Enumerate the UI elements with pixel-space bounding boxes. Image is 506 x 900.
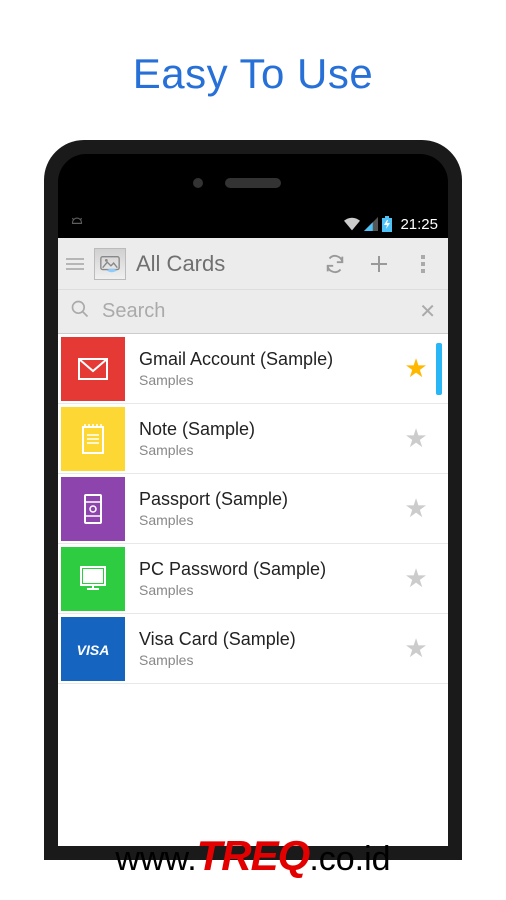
footer-pre: www. [115,840,196,879]
search-icon [70,299,90,324]
app-bar-title: All Cards [136,251,308,277]
item-title: Visa Card (Sample) [139,629,400,650]
note-icon [61,407,125,471]
item-marker [436,413,442,465]
clear-icon[interactable]: ✕ [419,299,436,324]
add-icon[interactable] [362,252,396,276]
item-title: Passport (Sample) [139,489,400,510]
search-input[interactable] [102,300,407,323]
list-item[interactable]: VISA Visa Card (Sample) Samples★ [58,614,448,684]
phone-speaker [225,178,281,188]
item-subtitle: Samples [139,582,400,598]
overflow-menu-icon[interactable] [406,255,440,273]
status-clock: 21:25 [400,216,438,233]
battery-icon [382,216,392,232]
item-title: Note (Sample) [139,419,400,440]
page-headline: Easy To Use [0,0,506,98]
list-item[interactable]: PC Password (Sample) Samples★ [58,544,448,614]
phone-frame: 21:25 All Cards [44,140,462,860]
card-list: Gmail Account (Sample)Samples★Note (Samp… [58,334,448,684]
visa-icon: VISA [61,617,125,681]
item-text: Note (Sample) Samples [125,419,400,458]
app-logo-icon [94,248,126,280]
search-bar: ✕ [58,290,448,334]
list-item[interactable]: Passport (Sample) Samples★ [58,474,448,544]
signal-icon [364,217,378,231]
star-icon[interactable]: ★ [400,563,432,594]
android-icon [68,216,86,232]
footer-post: .co.id [309,840,390,879]
wifi-icon [344,217,360,231]
item-marker [436,343,442,395]
star-icon[interactable]: ★ [400,353,432,384]
item-marker [436,623,442,675]
item-text: PC Password (Sample) Samples [125,559,400,598]
app-bar: All Cards [58,238,448,290]
item-title: Gmail Account (Sample) [139,349,400,370]
status-right: 21:25 [344,216,438,233]
footer-url: www. TREQ .co.id [0,832,506,880]
phone-screen: 21:25 All Cards [58,210,448,846]
phone-camera [193,178,203,188]
list-item[interactable]: Note (Sample) Samples★ [58,404,448,474]
menu-icon[interactable] [66,258,84,270]
item-text: Passport (Sample) Samples [125,489,400,528]
svg-text:VISA: VISA [77,642,110,658]
item-subtitle: Samples [139,442,400,458]
item-subtitle: Samples [139,512,400,528]
refresh-icon[interactable] [318,253,352,275]
item-subtitle: Samples [139,652,400,668]
pc-icon [61,547,125,611]
item-text: Gmail Account (Sample) Samples [125,349,400,388]
star-icon[interactable]: ★ [400,493,432,524]
item-subtitle: Samples [139,372,400,388]
star-icon[interactable]: ★ [400,423,432,454]
passport-icon [61,477,125,541]
mail-icon [61,337,125,401]
item-text: Visa Card (Sample) Samples [125,629,400,668]
footer-brand: TREQ [197,832,310,880]
phone-inner: 21:25 All Cards [58,154,448,846]
item-marker [436,483,442,535]
star-icon[interactable]: ★ [400,633,432,664]
list-item[interactable]: Gmail Account (Sample) Samples★ [58,334,448,404]
item-marker [436,553,442,605]
item-title: PC Password (Sample) [139,559,400,580]
status-bar: 21:25 [58,210,448,238]
